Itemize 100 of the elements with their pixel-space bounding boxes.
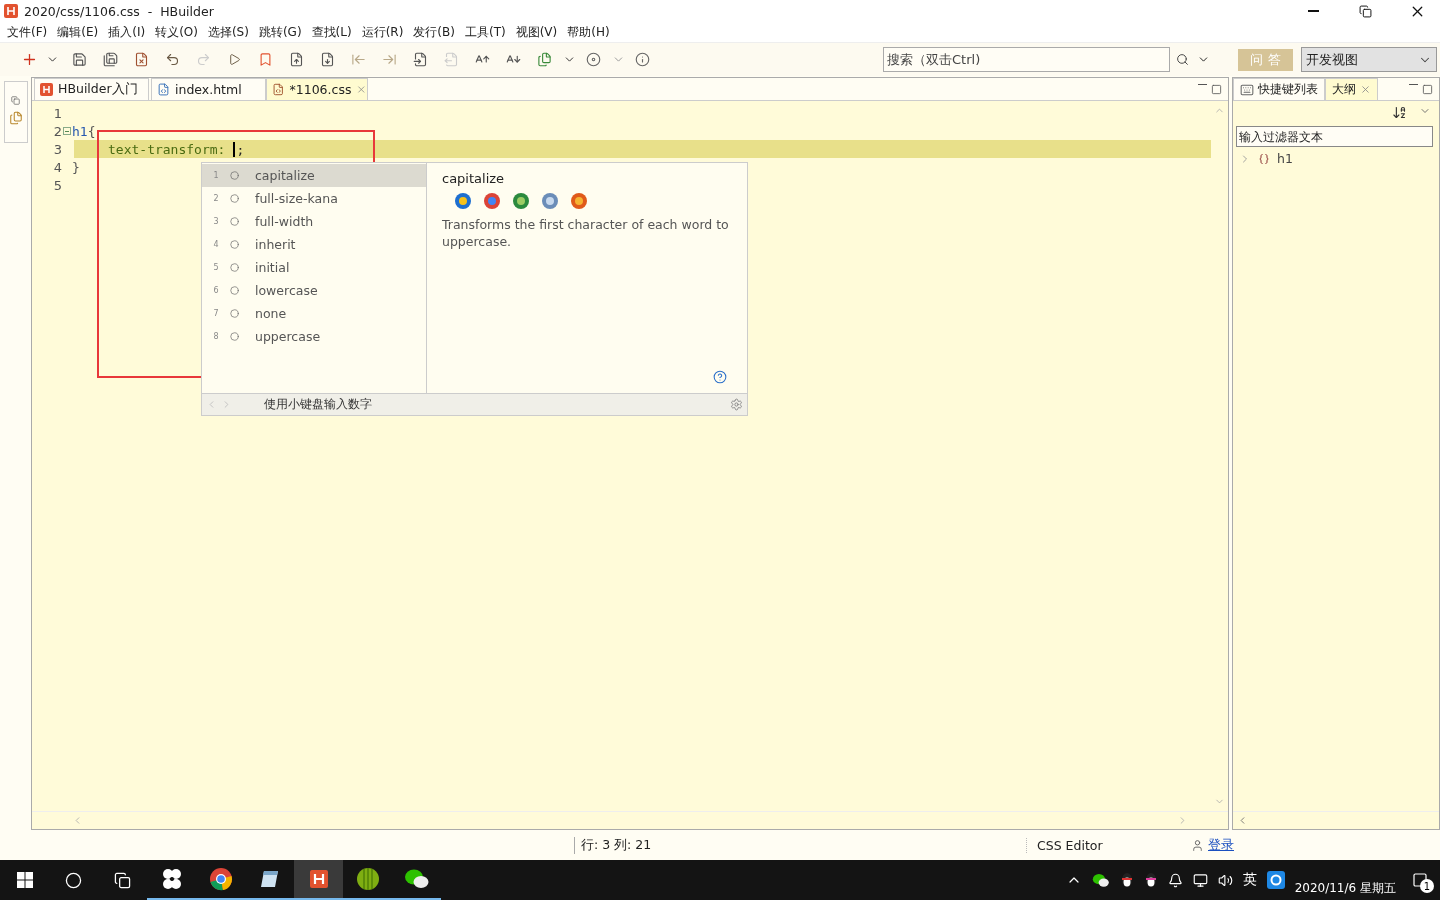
tab-label: *1106.css — [289, 82, 352, 97]
line-number: 5 — [52, 177, 62, 193]
panel-tab[interactable]: 大纲 — [1325, 78, 1378, 100]
line-number: 4 — [52, 159, 62, 175]
menu-item[interactable]: 转义(O) — [152, 23, 205, 41]
taskbar-app[interactable] — [294, 860, 343, 900]
close-icon — [356, 84, 367, 95]
item-index: 3 — [212, 217, 220, 226]
circle-icon — [230, 217, 239, 226]
circle-icon — [230, 263, 239, 272]
task-view-icon — [114, 871, 131, 889]
save-icon — [72, 52, 87, 67]
chat-icon — [403, 868, 430, 890]
code-token: text-transform: — [108, 141, 226, 157]
suggestion-item[interactable]: 3 full-width — [202, 210, 426, 233]
menu-item[interactable]: 编辑(E) — [54, 23, 106, 41]
browser-icon — [512, 192, 530, 210]
windows-icon — [16, 872, 33, 888]
browser-icon — [541, 192, 559, 210]
browser-icon — [570, 192, 588, 210]
hbuilder-icon — [307, 868, 330, 890]
info-icon — [635, 52, 650, 67]
outline-item[interactable]: h1 — [1233, 147, 1439, 170]
browser-icon — [454, 192, 472, 210]
keyboard-icon — [1240, 82, 1254, 97]
tab-label: 大纲 — [1332, 81, 1356, 98]
taskbar-date: 2020/11/6 星期五 — [1294, 879, 1396, 897]
item-index: 4 — [212, 240, 220, 249]
menu-item[interactable]: 运行(R) — [358, 23, 411, 41]
line-number: 3 — [52, 141, 62, 157]
browser-icon — [483, 192, 501, 210]
suggestion-label: none — [255, 306, 287, 321]
suggestion-label: lowercase — [255, 283, 318, 298]
editor-type: CSS Editor — [1026, 837, 1191, 853]
suggestion-item[interactable]: 4 inherit — [202, 233, 426, 256]
panel-tab[interactable]: 快捷键列表 — [1233, 78, 1325, 100]
detail-title: capitalize — [442, 171, 506, 186]
ball-icon — [355, 867, 380, 891]
suggestion-item[interactable]: 7 none — [202, 302, 426, 325]
files-icon — [8, 111, 23, 125]
suggestion-label: inherit — [255, 237, 296, 252]
filter-field[interactable]: 输入过滤器文本 — [1236, 126, 1433, 147]
suggestion-item[interactable]: 6 lowercase — [202, 279, 426, 302]
editor-tab[interactable]: *1106.css — [266, 78, 368, 100]
item-index: 5 — [212, 263, 220, 272]
popup-hint: 使用小键盘输入数字 — [263, 396, 373, 413]
menu-item[interactable]: 视图(V) — [512, 23, 565, 41]
view-select[interactable]: 开发视图 — [1301, 47, 1437, 72]
tab-label: index.html — [175, 82, 242, 97]
user-icon — [1191, 838, 1204, 852]
menu-item[interactable]: 工具(T) — [461, 23, 513, 41]
input-method[interactable]: 英 — [1242, 871, 1257, 889]
arrow-right-line-icon — [382, 52, 397, 67]
q-app-icon — [1266, 871, 1285, 889]
item-index: 6 — [212, 286, 220, 295]
suggestion-item[interactable]: 2 full-size-kana — [202, 187, 426, 210]
suggestion-label: full-width — [255, 214, 314, 229]
login-link[interactable]: 登录 — [1208, 836, 1234, 854]
suggestion-item[interactable]: 1 capitalize — [202, 164, 426, 187]
menu-item[interactable]: 跳转(G) — [255, 23, 309, 41]
minimize-icon — [1409, 83, 1418, 85]
file-output-icon — [444, 52, 459, 67]
fold-icon — [63, 127, 71, 135]
suggestion-item[interactable]: 8 uppercase — [202, 325, 426, 348]
suggestion-label: capitalize — [255, 168, 315, 183]
circle-icon — [230, 240, 239, 249]
item-index: 1 — [212, 171, 220, 180]
menu-item[interactable]: 选择(S) — [204, 23, 256, 41]
restore-icon — [11, 96, 20, 105]
cursor-position: 行: 3 列: 21 — [574, 836, 734, 854]
notification-button[interactable]: 1 — [1406, 865, 1434, 895]
chat-icon — [1091, 872, 1110, 888]
disc-icon — [586, 52, 601, 67]
restore-icon — [1358, 4, 1372, 18]
menu-item[interactable]: 帮助(H) — [564, 23, 617, 41]
menu-item[interactable]: 查找(L) — [308, 23, 359, 41]
code-token: h1 — [72, 123, 88, 139]
file-code-icon — [272, 83, 285, 96]
menu-item[interactable]: 发行(B) — [410, 23, 462, 41]
circle-icon — [65, 871, 82, 889]
chrome-icon — [208, 867, 233, 891]
circle-icon — [230, 194, 239, 203]
menu-item[interactable]: 文件(F) — [4, 23, 55, 41]
file-up-icon — [289, 52, 304, 67]
circle-icon — [230, 309, 239, 318]
search-field[interactable]: 搜索（双击Ctrl) — [883, 47, 1170, 72]
search-icon — [1175, 53, 1189, 66]
network-icon — [1192, 872, 1208, 888]
save-all-icon — [103, 52, 118, 67]
code-token: ; — [236, 141, 245, 157]
menu-item[interactable]: 插入(I) — [105, 23, 153, 41]
help-icon — [713, 370, 727, 384]
editor-tab[interactable]: HBuilder入门 — [34, 78, 149, 100]
code-token: } — [72, 159, 80, 175]
notepad-icon — [258, 868, 281, 890]
editor-tab[interactable]: index.html — [151, 78, 266, 100]
file-code-icon — [157, 83, 170, 96]
suggestion-label: uppercase — [255, 329, 321, 344]
suggestion-item[interactable]: 5 initial — [202, 256, 426, 279]
minimize-icon — [1198, 83, 1207, 85]
